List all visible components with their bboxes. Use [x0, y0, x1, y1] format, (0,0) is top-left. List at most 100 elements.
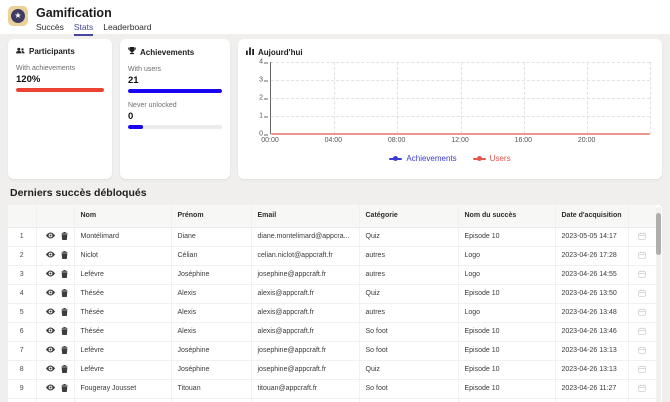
delete-icon[interactable] — [61, 345, 68, 356]
view-icon[interactable] — [45, 251, 55, 260]
participants-card-title-row: Participants — [16, 47, 104, 56]
cell-prenom: Célian — [170, 246, 251, 266]
cell-succes: Episode 10 — [457, 322, 555, 342]
cell-calendar — [627, 227, 656, 247]
bar-chart-icon — [246, 47, 254, 57]
view-icon[interactable] — [45, 346, 55, 355]
x-tick: 04:00 — [324, 137, 343, 144]
app-icon-circle: ★ — [11, 9, 25, 23]
row-index: 9 — [8, 379, 36, 399]
delete-icon[interactable] — [61, 364, 68, 375]
cell-categorie: autres — [358, 265, 458, 285]
cell-prenom: Joséphine — [170, 341, 251, 361]
delete-icon[interactable] — [61, 250, 68, 261]
view-icon[interactable] — [45, 365, 55, 374]
cell-email: alexis@appcraft.fr — [250, 284, 359, 304]
row-actions — [35, 265, 74, 285]
users-legend-marker — [472, 156, 486, 161]
row-index: 1 — [8, 227, 36, 247]
delete-icon[interactable] — [61, 231, 68, 242]
cell-nom: Thésée — [73, 284, 171, 304]
cell-calendar — [627, 322, 656, 342]
cell-nom: Thésée — [73, 322, 171, 342]
cell-prenom: Titouan — [170, 379, 251, 399]
gridline — [523, 62, 525, 134]
table-row: 10 Fougeray Jousset Titouan titouan@appc… — [8, 398, 656, 402]
cell-calendar — [627, 398, 656, 402]
view-icon[interactable] — [45, 308, 55, 317]
page-header: ★ Gamification Succès Stats Leaderboard — [0, 0, 670, 36]
col-nom-succes[interactable]: Nom du succès — [457, 205, 555, 228]
with-users-progressbar — [128, 89, 222, 93]
y-tick: 1 — [259, 112, 268, 120]
tab-leaderboard[interactable]: Leaderboard — [103, 22, 151, 36]
cell-calendar — [627, 303, 656, 323]
cell-date: 2023-04-26 13:13 — [554, 360, 628, 380]
with-achievements-progressbar — [16, 88, 104, 92]
chart-legend: Achievements Users — [246, 154, 654, 163]
view-icon[interactable] — [45, 232, 55, 241]
today-line-chart: 4 3 2 1 0 00:00 04:00 08:00 12:00 16:00 … — [246, 59, 651, 146]
table-row: 5 Thésée Alexis alexis@appcraft.fr autre… — [8, 303, 656, 323]
col-email[interactable]: Email — [250, 205, 359, 228]
with-users-progress-fill — [128, 89, 222, 93]
cell-nom: Fougeray Jousset — [73, 379, 171, 399]
tab-bar: Succès Stats Leaderboard — [36, 22, 151, 36]
col-categorie[interactable]: Catégorie — [358, 205, 458, 228]
col-prenom[interactable]: Prénom — [170, 205, 251, 228]
table-scrollbar[interactable] — [656, 207, 661, 402]
row-actions — [35, 379, 74, 399]
delete-icon[interactable] — [61, 383, 68, 394]
view-icon[interactable] — [45, 384, 55, 393]
table-row: 3 Lefèvre Joséphine josephine@appcraft.f… — [8, 265, 656, 285]
participants-card: Participants With achievements 120% — [8, 39, 112, 179]
cell-date: 2023-04-26 13:50 — [554, 284, 628, 304]
achievements-table-container: Nom Prénom Email Catégorie Nom du succès… — [8, 205, 662, 402]
cell-nom: Fougeray Jousset — [73, 398, 171, 402]
x-tick: 08:00 — [387, 137, 406, 144]
cell-email: diane.montelimard@appcra... — [250, 227, 359, 247]
cell-succes: Episode 10 — [457, 379, 555, 399]
calendar-icon — [638, 308, 646, 318]
tab-succes[interactable]: Succès — [36, 22, 64, 36]
gridline — [397, 62, 399, 134]
chart-y-axis: 4 3 2 1 0 — [246, 59, 270, 138]
view-icon[interactable] — [45, 289, 55, 298]
cell-categorie: autres — [358, 303, 458, 323]
cell-prenom: Diane — [170, 227, 251, 247]
achievements-card-title: Achievements — [140, 47, 195, 57]
delete-icon[interactable] — [61, 269, 68, 280]
main-content: Participants With achievements 120% Achi… — [0, 34, 670, 402]
table-row: 1 Montélimard Diane diane.montelimard@ap… — [8, 227, 656, 247]
cell-prenom: Alexis — [170, 284, 251, 304]
col-date[interactable]: Date d'acquisition — [554, 205, 628, 228]
scrollbar-thumb[interactable] — [656, 213, 661, 255]
legend-achievements[interactable]: Achievements — [389, 154, 457, 163]
never-unlocked-progress-fill — [128, 125, 144, 129]
cell-email: josephine@appcraft.fr — [250, 265, 359, 285]
gridline — [334, 62, 336, 134]
view-icon[interactable] — [45, 327, 55, 336]
with-users-label: With users — [128, 66, 162, 73]
x-tick: 00:00 — [261, 137, 279, 144]
row-actions — [35, 360, 74, 380]
achievements-card: Achievements With users 21 Never unlocke… — [120, 39, 230, 179]
view-icon[interactable] — [45, 270, 55, 279]
table-header-row: Nom Prénom Email Catégorie Nom du succès… — [8, 205, 656, 228]
cell-calendar — [627, 265, 656, 285]
gridline — [650, 62, 651, 134]
participants-card-title: Participants — [29, 47, 75, 56]
delete-icon[interactable] — [61, 326, 68, 337]
page-title: Gamification — [36, 6, 112, 20]
col-index — [8, 205, 36, 228]
legend-users[interactable]: Users — [472, 154, 511, 163]
cell-date: 2023-04-26 14:55 — [554, 265, 628, 285]
cell-date: 2023-04-26 13:13 — [554, 341, 628, 361]
col-nom[interactable]: Nom — [73, 205, 171, 228]
delete-icon[interactable] — [61, 288, 68, 299]
x-tick: 20:00 — [577, 137, 596, 144]
row-actions — [35, 322, 74, 342]
delete-icon[interactable] — [61, 307, 68, 318]
tab-stats[interactable]: Stats — [73, 22, 94, 36]
calendar-icon — [638, 251, 646, 261]
